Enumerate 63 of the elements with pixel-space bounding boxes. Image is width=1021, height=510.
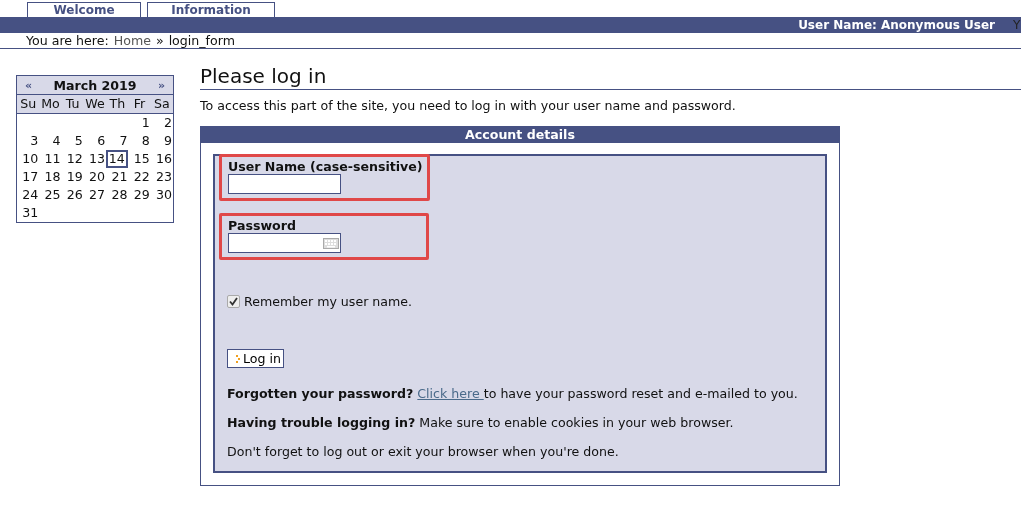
- help-text: Having trouble logging in? Make sure to enable cookies in your web browser.: [227, 415, 735, 430]
- calendar-day[interactable]: 24: [17, 186, 40, 204]
- user-name-label: User Name: Anonymous User: [798, 18, 995, 32]
- calendar-day[interactable]: 23: [150, 168, 173, 186]
- weekday-label: Fr: [128, 95, 151, 114]
- calendar-day[interactable]: 25: [39, 186, 62, 204]
- calendar-day[interactable]: 3: [17, 132, 40, 150]
- home-link[interactable]: Home: [113, 33, 151, 48]
- login-icon: [236, 353, 241, 364]
- weekday-label: Tu: [61, 95, 84, 114]
- calendar-day[interactable]: 26: [61, 186, 84, 204]
- calendar-day[interactable]: 31: [17, 204, 40, 222]
- help-text: Forgotten your password? Click here to have your password reset and e-mailed to you.: [227, 386, 799, 401]
- weekday-label: We: [83, 95, 107, 114]
- calendar-day[interactable]: 2: [150, 114, 173, 132]
- reset-link[interactable]: Click here: [417, 386, 484, 401]
- calendar-day[interactable]: 16: [150, 150, 173, 168]
- calendar-day[interactable]: 10: [17, 150, 40, 168]
- calendar-day[interactable]: 4: [39, 132, 62, 150]
- calendar-day[interactable]: 6: [83, 132, 107, 150]
- help-text: Don't forget to log out or exit your browser when you're done.: [227, 444, 620, 459]
- calendar-day[interactable]: 9: [150, 132, 173, 150]
- calendar-day[interactable]: 27: [83, 186, 107, 204]
- calendar-day[interactable]: 20: [83, 168, 107, 186]
- calendar-day[interactable]: 22: [128, 168, 151, 186]
- section-header: Account details: [201, 127, 839, 143]
- weekday-label: Sa: [150, 95, 173, 114]
- weekday-label: Th: [106, 95, 129, 114]
- breadcrumb-current: login_form: [168, 33, 235, 48]
- page-title: Please log in: [200, 64, 1021, 90]
- calendar-day[interactable]: 18: [39, 168, 62, 186]
- calendar-day[interactable]: 19: [61, 168, 84, 186]
- next-month-button[interactable]: »: [157, 78, 165, 92]
- calendar-day[interactable]: 11: [39, 150, 62, 168]
- login-button[interactable]: Log in: [227, 349, 284, 368]
- input-field[interactable]: [228, 174, 341, 194]
- calendar-day[interactable]: 8: [128, 132, 151, 150]
- weekday-label: Su: [17, 95, 40, 114]
- password-field[interactable]: [228, 233, 341, 253]
- calendar-day[interactable]: 1: [128, 114, 151, 132]
- breadcrumb-separator: »: [155, 33, 164, 48]
- field-label: Password: [228, 218, 297, 233]
- keyboard-icon: [323, 237, 339, 249]
- calendar-day[interactable]: 29: [128, 186, 151, 204]
- calendar-day[interactable]: 14: [106, 150, 129, 168]
- previous-month-button[interactable]: «: [25, 78, 33, 92]
- cut-text: Y: [1013, 18, 1021, 32]
- calendar-day[interactable]: 5: [61, 132, 84, 150]
- field-label: User Name (case-sensitive): [228, 159, 423, 174]
- calendar-day[interactable]: 7: [106, 132, 129, 150]
- weekday-label: Mo: [39, 95, 62, 114]
- calendar-day[interactable]: 15: [128, 150, 151, 168]
- checkbox-label: Remember my user name.: [244, 294, 413, 309]
- calendar-day[interactable]: 17: [17, 168, 40, 186]
- calendar-day[interactable]: 21: [106, 168, 129, 186]
- calendar-day[interactable]: 30: [150, 186, 173, 204]
- checkbox[interactable]: [227, 295, 240, 308]
- calendar-day[interactable]: 13: [83, 150, 107, 168]
- intro-text: To access this part of the site, you need to log in with your user name and password.: [200, 98, 737, 113]
- calendar-day[interactable]: 12: [61, 150, 84, 168]
- breadcrumb-label: You are here:: [26, 33, 109, 48]
- month-title: March 2019: [53, 77, 137, 93]
- calendar-day[interactable]: 28: [106, 186, 129, 204]
